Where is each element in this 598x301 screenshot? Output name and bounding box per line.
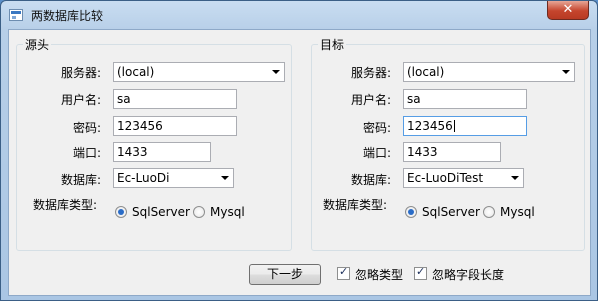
source-dbtype-label: 数据库类型: xyxy=(32,198,97,212)
source-port-value: 1433 xyxy=(117,145,148,159)
chevron-down-icon xyxy=(562,70,570,74)
source-user-input[interactable]: sa xyxy=(113,89,237,109)
target-sqlserver-radio[interactable] xyxy=(405,206,417,218)
target-user-value: sa xyxy=(407,92,421,106)
source-server-select[interactable]: (local) xyxy=(113,62,285,82)
ignore-type-label: 忽略类型 xyxy=(355,268,404,282)
target-user-input[interactable]: sa xyxy=(403,89,527,109)
next-step-button[interactable]: 下一步 xyxy=(249,264,321,285)
target-group-title: 目标 xyxy=(318,36,347,53)
ignore-length-checkbox[interactable] xyxy=(414,265,427,280)
source-sqlserver-radio[interactable] xyxy=(115,206,127,218)
source-password-value: 123456 xyxy=(117,119,163,133)
source-port-label: 端口: xyxy=(72,146,101,160)
source-password-label: 密码: xyxy=(72,121,101,135)
source-database-value: Ec-LuoDi xyxy=(117,171,170,185)
source-database-select[interactable]: Ec-LuoDi xyxy=(113,168,234,188)
chevron-down-icon xyxy=(511,176,519,180)
target-mysql-label: Mysql xyxy=(500,205,535,219)
source-user-value: sa xyxy=(117,92,131,106)
target-sqlserver-label: SqlServer xyxy=(422,205,480,219)
target-port-value: 1433 xyxy=(407,145,438,159)
target-password-input[interactable]: 123456 xyxy=(403,116,527,136)
text-caret xyxy=(453,120,455,132)
target-database-label: 数据库: xyxy=(350,173,391,187)
window-title: 两数据库比较 xyxy=(31,9,104,23)
app-window: 两数据库比较 ✕ 源头 服务器: (local) 用户名: sa 密码: 123… xyxy=(0,0,598,301)
source-database-label: 数据库: xyxy=(60,173,101,187)
ignore-type-checkbox[interactable] xyxy=(337,265,350,280)
target-user-label: 用户名: xyxy=(350,93,391,107)
source-user-label: 用户名: xyxy=(60,93,101,107)
source-mysql-label: Mysql xyxy=(210,205,245,219)
close-button[interactable]: ✕ xyxy=(547,1,589,20)
client-area: 源头 服务器: (local) 用户名: sa 密码: 123456 端口: 1… xyxy=(8,29,591,296)
chevron-down-icon xyxy=(221,176,229,180)
title-bar: 两数据库比较 ✕ xyxy=(1,1,597,29)
source-password-input[interactable]: 123456 xyxy=(113,116,237,136)
source-port-input[interactable]: 1433 xyxy=(113,142,211,162)
target-dbtype-label: 数据库类型: xyxy=(322,198,387,212)
target-server-value: (local) xyxy=(407,65,445,79)
target-password-value: 123456 xyxy=(407,119,453,133)
ignore-length-label: 忽略字段长度 xyxy=(432,268,505,282)
chevron-down-icon xyxy=(272,70,280,74)
target-port-label: 端口: xyxy=(362,146,391,160)
target-mysql-radio[interactable] xyxy=(483,206,495,218)
source-mysql-radio[interactable] xyxy=(193,206,205,218)
target-server-select[interactable]: (local) xyxy=(403,62,575,82)
source-sqlserver-label: SqlServer xyxy=(132,205,190,219)
target-port-input[interactable]: 1433 xyxy=(403,142,501,162)
app-window-icon xyxy=(9,9,23,21)
source-server-value: (local) xyxy=(117,65,155,79)
target-password-label: 密码: xyxy=(362,121,391,135)
source-group-title: 源头 xyxy=(23,36,52,53)
source-server-label: 服务器: xyxy=(60,66,101,80)
target-database-value: Ec-LuoDiTest xyxy=(407,171,484,185)
target-database-select[interactable]: Ec-LuoDiTest xyxy=(403,168,524,188)
target-server-label: 服务器: xyxy=(350,66,391,80)
